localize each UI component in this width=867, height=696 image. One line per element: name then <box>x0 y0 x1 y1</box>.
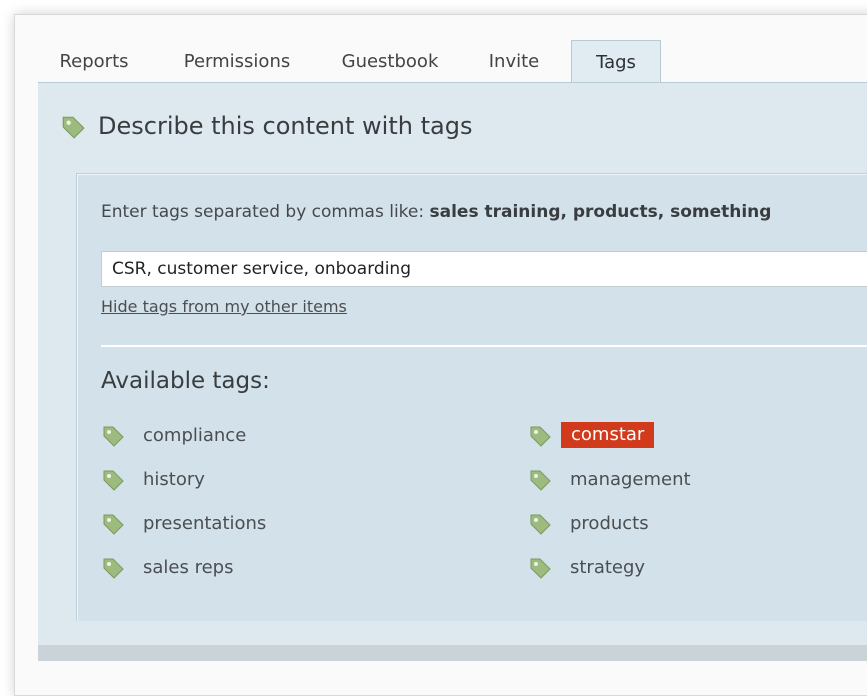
tag-label: products <box>570 513 649 534</box>
tag-hint-examples: sales training, products, something <box>429 202 772 222</box>
tag-label: history <box>143 469 205 490</box>
tab-reports[interactable]: Reports <box>40 40 148 83</box>
tag-icon <box>103 558 124 579</box>
tag-label: presentations <box>143 513 267 534</box>
tag-label: compliance <box>143 425 247 446</box>
tag-label: strategy <box>570 557 646 578</box>
tag-icon <box>103 514 124 535</box>
tab-permissions[interactable]: Permissions <box>164 40 310 83</box>
tag-icon <box>530 426 551 447</box>
tags-input[interactable] <box>101 251 867 287</box>
tag-icon <box>530 558 551 579</box>
tag-hint: Enter tags separated by commas like: sal… <box>101 202 771 222</box>
divider <box>101 345 867 347</box>
page-title: Describe this content with tags <box>98 112 473 140</box>
tag-icon <box>103 426 124 447</box>
tag-icon <box>530 514 551 535</box>
hide-tags-link[interactable]: Hide tags from my other items <box>101 297 347 316</box>
tab-guestbook[interactable]: Guestbook <box>330 40 450 83</box>
tag-icon <box>62 116 85 139</box>
available-tags-title: Available tags: <box>101 368 270 394</box>
tag-label-selected: comstar <box>561 422 655 448</box>
tag-editor-box <box>76 173 867 621</box>
tag-hint-prefix: Enter tags separated by commas like: <box>101 202 430 222</box>
tag-label: management <box>570 469 691 490</box>
tag-label: sales reps <box>143 557 234 578</box>
panel-bottom-edge <box>38 645 867 661</box>
tag-icon <box>530 470 551 491</box>
tab-invite[interactable]: Invite <box>470 40 558 83</box>
tab-bar: Reports Permissions Guestbook Invite Tag… <box>40 40 867 83</box>
tab-tags[interactable]: Tags <box>571 40 661 83</box>
tag-icon <box>103 470 124 491</box>
